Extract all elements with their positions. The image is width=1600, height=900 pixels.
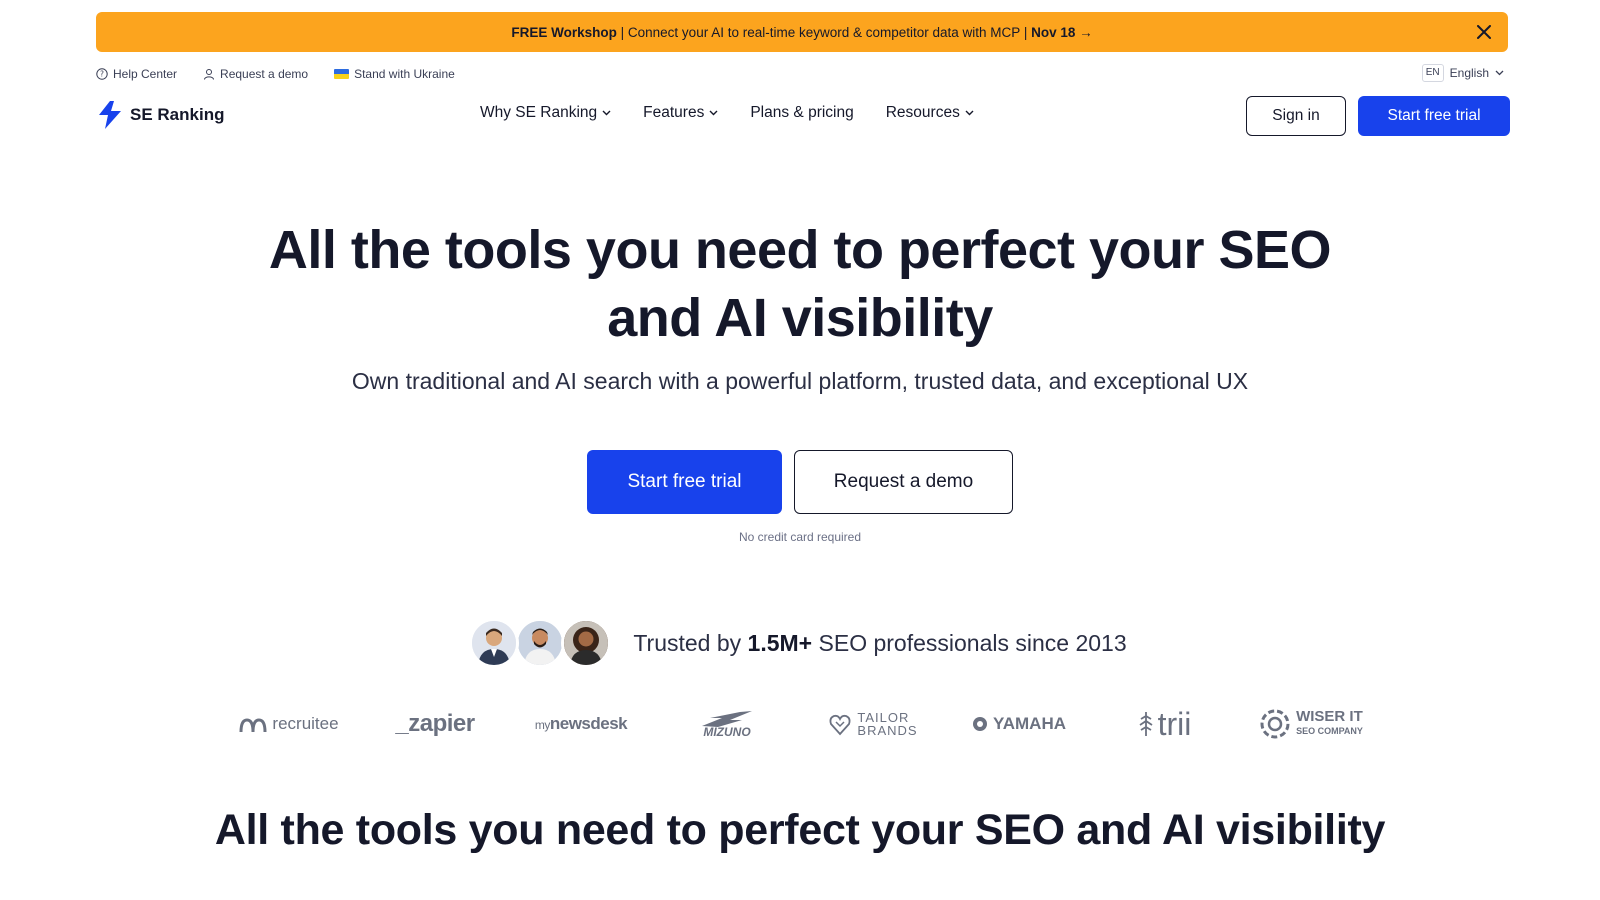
promo-text[interactable]: FREE Workshop | Connect your AI to real-… xyxy=(511,25,1092,40)
mizuno-logo: MIZUNO xyxy=(654,706,800,742)
recruitee-text: recruitee xyxy=(272,714,339,733)
hero-title-line-1: All the tools you need to perfect your S… xyxy=(268,220,1332,280)
chevron-down-icon xyxy=(602,110,611,116)
avatar-group xyxy=(469,618,612,668)
close-icon[interactable] xyxy=(1470,18,1498,46)
chevron-down-icon xyxy=(709,110,718,116)
hero-request-demo-button[interactable]: Request a demo xyxy=(794,450,1013,514)
utility-bar: ? Help Center Request a demo Stand with … xyxy=(96,64,455,84)
wiser-it-logo: WISER IT SEO COMPANY xyxy=(1238,706,1384,742)
avatar xyxy=(515,618,566,668)
tailor-heart-icon xyxy=(829,714,851,736)
recruitee-mark-icon xyxy=(239,718,267,732)
nav-plans-pricing[interactable]: Plans & pricing xyxy=(750,104,853,122)
ukraine-link[interactable]: Stand with Ukraine xyxy=(334,67,455,81)
nav-label: Plans & pricing xyxy=(750,104,854,121)
promo-body: | Connect your AI to real-time keyword &… xyxy=(616,24,1032,40)
hero-start-trial-button[interactable]: Start free trial xyxy=(587,450,782,514)
request-demo-label: Request a demo xyxy=(220,67,309,81)
newsdesk-text: newsdesk xyxy=(549,714,628,733)
language-code: EN xyxy=(1421,64,1444,82)
nav-label: Resources xyxy=(885,104,960,121)
hero-cta-group: Start free trial Request a demo xyxy=(0,450,1600,514)
tailor-brands-logo: TAILOR BRANDS xyxy=(800,706,946,742)
language-label: English xyxy=(1449,66,1489,80)
hero-title: All the tools you need to perfect your S… xyxy=(0,216,1600,352)
language-selector[interactable]: EN English xyxy=(1421,64,1504,82)
user-icon xyxy=(204,69,215,80)
yamaha-emblem-icon xyxy=(972,717,987,731)
promo-banner[interactable]: FREE Workshop | Connect your AI to real-… xyxy=(96,12,1508,52)
avatar xyxy=(469,618,520,668)
wiser-text: WISER IT xyxy=(1296,708,1363,725)
hero-subtitle: Own traditional and AI search with a pow… xyxy=(351,368,1249,394)
yamaha-logo: YAMAHA xyxy=(946,706,1092,742)
promo-date: Nov 18 → xyxy=(1031,24,1093,40)
se-ranking-logo-icon xyxy=(99,101,121,129)
client-logos: recruitee _zapier mynewsdesk MIZUNO TAIL… xyxy=(0,706,1600,742)
nav-resources[interactable]: Resources xyxy=(886,104,974,122)
header-start-trial-button[interactable]: Start free trial xyxy=(1358,96,1510,136)
avatar xyxy=(561,618,612,668)
ukraine-flag-icon xyxy=(334,69,350,79)
trusted-suffix: SEO professionals since 2013 xyxy=(812,629,1127,656)
help-center-link[interactable]: ? Help Center xyxy=(96,67,177,81)
help-center-label: Help Center xyxy=(113,67,178,81)
newsdesk-prefix: my xyxy=(534,718,551,732)
chevron-down-icon xyxy=(965,110,974,116)
trusted-text: Trusted by 1.5M+ SEO professionals since… xyxy=(633,630,1126,657)
trii-logo: trii xyxy=(1092,706,1238,742)
mynewsdesk-logo: mynewsdesk xyxy=(508,706,654,742)
chevron-down-icon xyxy=(1495,70,1504,76)
sign-in-button[interactable]: Sign in xyxy=(1246,96,1346,136)
trusted-count: 1.5M+ xyxy=(747,629,813,656)
trusted-section: Trusted by 1.5M+ SEO professionals since… xyxy=(0,618,1600,668)
ukraine-label: Stand with Ukraine xyxy=(354,67,455,81)
hero-title-line-2: and AI visibility xyxy=(607,288,993,348)
logo[interactable]: SE Ranking xyxy=(96,100,224,130)
tailor-text-2: BRANDS xyxy=(857,723,918,738)
trii-text: trii xyxy=(1157,705,1192,742)
help-circle-icon: ? xyxy=(96,68,108,80)
zapier-text: _zapier xyxy=(395,710,475,737)
section-title: All the tools you need to perfect your S… xyxy=(214,806,1386,854)
request-demo-link[interactable]: Request a demo xyxy=(203,67,308,81)
nav-label: Why SE Ranking xyxy=(480,104,598,121)
svg-text:?: ? xyxy=(100,70,104,79)
nav-label: Features xyxy=(643,104,705,121)
main-nav: Why SE Ranking Features Plans & pricing … xyxy=(480,104,974,122)
logo-text: SE Ranking xyxy=(130,105,225,124)
yamaha-text: YAMAHA xyxy=(992,714,1067,733)
wiser-brain-icon xyxy=(1260,709,1290,739)
no-credit-card-note: No credit card required xyxy=(738,530,862,544)
zapier-logo: _zapier xyxy=(362,706,508,742)
nav-features[interactable]: Features xyxy=(643,104,718,122)
promo-bold-lead: FREE Workshop xyxy=(511,24,617,40)
trii-tree-icon xyxy=(1139,712,1153,736)
recruitee-logo: recruitee xyxy=(216,706,362,742)
nav-why-se-ranking[interactable]: Why SE Ranking xyxy=(480,104,611,122)
mizuno-text: MIZUNO xyxy=(703,724,751,739)
trusted-prefix: Trusted by xyxy=(633,629,748,656)
wiser-subtext: SEO COMPANY xyxy=(1296,726,1363,736)
